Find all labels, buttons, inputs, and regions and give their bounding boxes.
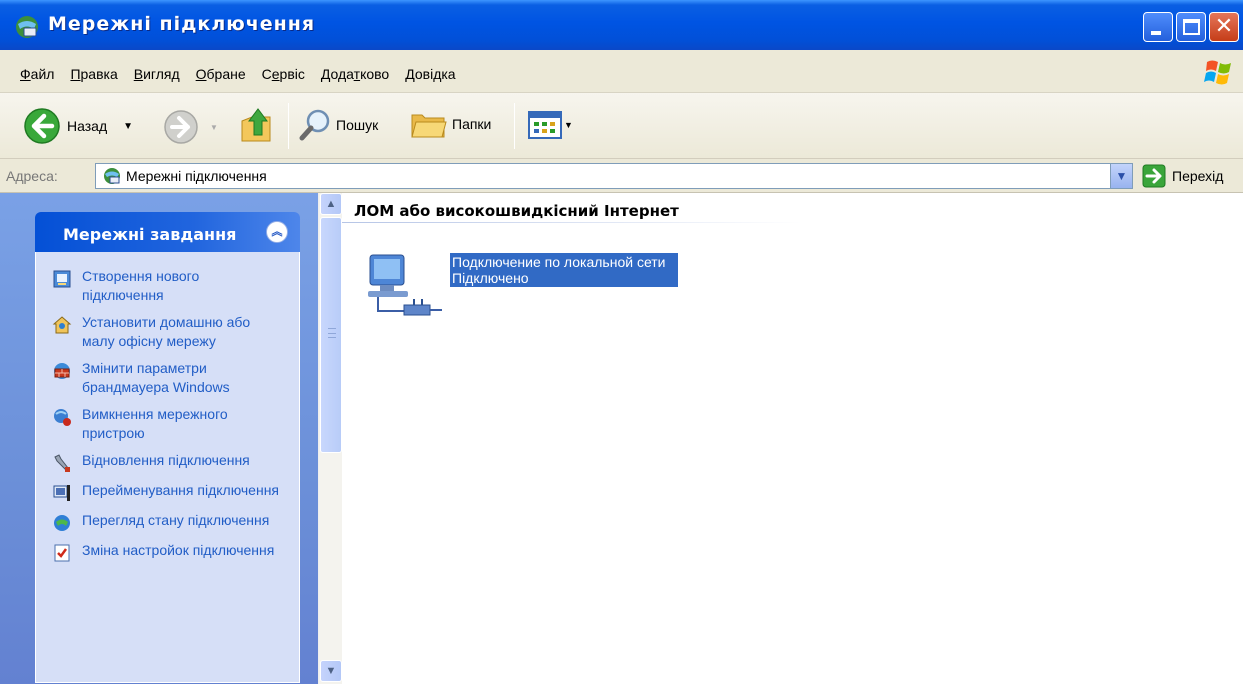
back-dropdown-icon[interactable]: ▼ xyxy=(123,121,133,132)
chevron-down-icon: ▼ xyxy=(325,665,337,677)
vertical-scrollbar[interactable]: ▲ ▼ xyxy=(318,193,342,684)
task-item[interactable]: Зміна настройок підключення xyxy=(52,541,299,563)
repair-icon xyxy=(54,454,70,472)
folders-icon xyxy=(411,114,447,138)
connection-name: Подключение по локальной сети xyxy=(452,254,666,270)
group-divider xyxy=(342,222,802,223)
search-icon xyxy=(299,109,330,141)
menu-item-label: Обране xyxy=(195,66,246,82)
network-connections-icon xyxy=(104,168,120,184)
task-label: Створення нового підключення xyxy=(82,268,200,303)
task-label: Перейменування підключення xyxy=(82,482,280,498)
task-panel: Мережні завдання ︽ Створення нового підк… xyxy=(0,193,318,684)
new-connection-icon xyxy=(53,270,71,288)
folders-button[interactable]: Папки xyxy=(410,107,491,141)
toolbar-separator xyxy=(514,103,515,149)
lan-connection-icon xyxy=(368,254,442,316)
menu-item-label: Довідка xyxy=(405,66,456,82)
folders-label: Папки xyxy=(452,116,492,132)
menu-item-label: Правка xyxy=(70,66,118,82)
disable-device-icon xyxy=(54,409,71,426)
scroll-down-button[interactable]: ▼ xyxy=(320,660,342,682)
menu-item-label: Додатково xyxy=(320,66,390,82)
task-item[interactable]: Перегляд стану підключення xyxy=(52,511,299,533)
address-input[interactable]: Мережні підключення ▼ xyxy=(95,163,1133,189)
chevron-up-icon: ▲ xyxy=(325,198,337,210)
content-area: ЛОМ або високошвидкісний Інтернет Подклю… xyxy=(342,193,1243,684)
menu-item[interactable]: Довідка xyxy=(399,66,465,82)
menu-item-label: Файл xyxy=(20,66,55,82)
minimize-icon xyxy=(1151,31,1161,35)
menu-item[interactable]: Обране xyxy=(190,66,256,82)
search-label: Пошук xyxy=(336,117,379,133)
task-item[interactable]: Відновлення підключення xyxy=(52,451,299,473)
forward-button[interactable]: ▼ xyxy=(162,108,218,146)
task-label: Перегляд стану підключення xyxy=(82,512,270,528)
address-value: Мережні підключення xyxy=(126,168,267,184)
go-button[interactable]: Перехід xyxy=(1142,164,1223,188)
go-label: Перехід xyxy=(1172,168,1224,184)
scroll-thumb[interactable] xyxy=(320,217,342,453)
task-label: Зміна настройок підключення xyxy=(82,542,275,558)
task-label: Відновлення підключення xyxy=(82,452,250,468)
menu-item[interactable]: Сервіс xyxy=(256,66,315,82)
task-label: Установити домашню або малу офісну мереж… xyxy=(82,314,251,349)
scroll-up-button[interactable]: ▲ xyxy=(320,193,342,215)
task-item[interactable]: Змінити параметри брандмауера Windows xyxy=(52,359,299,397)
connection-label[interactable]: Подключение по локальной сети Підключено xyxy=(450,253,678,287)
address-bar: Адреса: Мережні підключення ▼ Перехід xyxy=(0,159,1243,193)
window-title: Мережні підключення xyxy=(48,13,316,35)
search-button[interactable]: Пошук xyxy=(298,107,378,143)
home-network-icon xyxy=(52,316,72,334)
windows-logo-icon xyxy=(1204,60,1231,85)
forward-dropdown-icon[interactable]: ▼ xyxy=(210,123,218,132)
task-item[interactable]: Перейменування підключення xyxy=(52,481,299,503)
views-dropdown-icon[interactable]: ▼ xyxy=(564,120,573,130)
back-label: Назад xyxy=(67,118,108,134)
task-item[interactable]: Створення нового підключення xyxy=(52,267,299,305)
back-arrow-icon xyxy=(24,108,60,144)
firewall-icon xyxy=(54,363,70,379)
views-button[interactable]: ▼ xyxy=(528,111,573,139)
menu-item[interactable]: Додатково xyxy=(315,66,399,82)
up-folder-icon[interactable] xyxy=(238,105,276,145)
back-button[interactable]: Назад ▼ xyxy=(22,106,133,146)
title-bar[interactable]: Мережні підключення ✕ xyxy=(0,0,1243,50)
close-button[interactable]: ✕ xyxy=(1209,12,1239,42)
menu-item-label: Сервіс xyxy=(261,66,305,82)
task-item[interactable]: Вимкнення мережного пристрою xyxy=(52,405,299,443)
network-connections-icon xyxy=(16,16,38,38)
menu-item-label: Вигляд xyxy=(133,66,180,82)
toolbar: Назад ▼ ▼ Пошук Папки ▼ xyxy=(0,93,1243,159)
views-icon xyxy=(528,111,562,139)
toolbar-separator xyxy=(288,103,289,149)
chevron-up-icon: ︽ xyxy=(271,226,283,238)
menu-bar: Файл Правка Вигляд Обране Сервіс Додатково Дов… xyxy=(0,50,1243,93)
grip-icon xyxy=(328,328,336,338)
connection-status: Підключено xyxy=(452,270,529,286)
task-item[interactable]: Установити домашню або малу офісну мереж… xyxy=(52,313,299,351)
address-dropdown-button[interactable]: ▼ xyxy=(1110,164,1132,188)
collapse-button[interactable]: ︽ xyxy=(266,221,288,243)
group-title: ЛОМ або високошвидкісний Інтернет xyxy=(354,202,679,220)
maximize-button[interactable] xyxy=(1176,12,1206,42)
network-tasks-box: Мережні завдання ︽ Створення нового підк… xyxy=(35,212,300,683)
address-label: Адреса: xyxy=(6,168,58,184)
close-icon: ✕ xyxy=(1214,14,1234,39)
settings-icon xyxy=(54,544,70,562)
minimize-button[interactable] xyxy=(1143,12,1173,42)
forward-arrow-icon xyxy=(164,110,198,144)
network-tasks-title: Мережні завдання xyxy=(63,225,237,244)
network-tasks-list: Створення нового підключення Установити д… xyxy=(35,252,300,683)
maximize-icon xyxy=(1183,19,1200,35)
menu-item[interactable]: Файл xyxy=(20,66,64,82)
rename-icon xyxy=(53,485,70,501)
task-label: Вимкнення мережного пристрою xyxy=(82,406,228,441)
menu-item[interactable]: Правка xyxy=(64,66,127,82)
go-arrow-icon xyxy=(1142,164,1166,188)
menu-item[interactable]: Вигляд xyxy=(128,66,190,82)
task-label: Змінити параметри брандмауера Windows xyxy=(82,360,230,395)
network-tasks-header[interactable]: Мережні завдання ︽ xyxy=(35,212,300,252)
status-icon xyxy=(54,515,70,531)
